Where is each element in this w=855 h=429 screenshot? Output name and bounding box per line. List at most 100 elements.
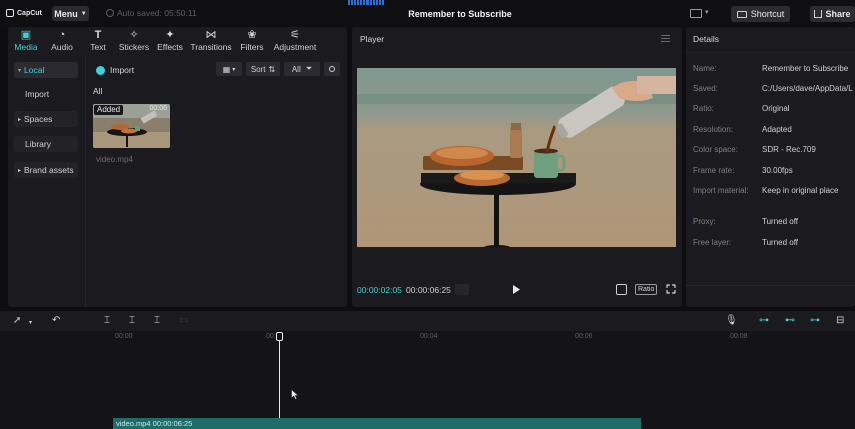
shortcut-label: Shortcut [750, 9, 785, 19]
playhead-line[interactable] [279, 333, 280, 429]
detail-value: 30.00fps [762, 166, 793, 175]
caret-right-icon: ▸ [18, 167, 22, 174]
media-thumbnail[interactable]: Added 00:06 [93, 104, 170, 148]
link-icon[interactable]: ⊶ [759, 315, 769, 326]
sidebar-item-import[interactable]: Import [14, 86, 78, 102]
import-button[interactable]: Import [96, 63, 134, 77]
share-icon [814, 10, 823, 18]
added-badge: Added [94, 105, 124, 115]
sidebar-item-spaces[interactable]: ▸ Spaces [14, 111, 78, 127]
select-cursor-icon[interactable]: ➚ [13, 315, 21, 326]
detail-label: Ratio: [693, 104, 714, 113]
view-mode-button[interactable]: ▦ ▾ [216, 62, 242, 76]
detail-row-saved: Saved: C:/Users/dave/AppData/L [693, 84, 853, 93]
undo-icon[interactable]: ↶ [52, 315, 60, 326]
tab-stickers[interactable]: ✧ Stickers [116, 27, 152, 54]
chevron-down-icon[interactable]: ▾ [705, 8, 709, 16]
play-icon [513, 285, 520, 294]
section-label: All [93, 86, 103, 96]
split-left-icon[interactable]: ⌶ [129, 315, 135, 326]
ratio-button[interactable]: Ratio [635, 284, 658, 295]
video-clip[interactable]: video.mp4 00:00:06:25 [113, 418, 641, 429]
hamburger-menu-icon[interactable] [661, 35, 670, 42]
top-bar: CapCut Menu ▼ Auto saved: 05:50:11 Remem… [0, 0, 855, 27]
detail-row-import-material: Import material: Keep in original place [693, 186, 839, 195]
split-icon[interactable]: ⌶ [104, 315, 110, 326]
video-preview[interactable] [357, 68, 676, 247]
split-view-icon[interactable]: ⊟ [836, 315, 844, 326]
share-label: Share [825, 9, 851, 19]
menu-button[interactable]: Menu ▼ [52, 6, 89, 21]
chevron-down-icon[interactable]: ▾ [29, 318, 32, 329]
autosave-text: Auto saved: 05:50:11 [117, 8, 197, 18]
grid-icon: ▦ [222, 64, 231, 74]
sort-button[interactable]: Sort ⇅ [246, 62, 280, 76]
detail-label: Proxy: [693, 217, 716, 226]
sidebar-item-local[interactable]: ▾ Local [14, 62, 78, 78]
audio-level-meter [348, 0, 384, 5]
details-title: Details [693, 34, 719, 44]
shortcut-button[interactable]: Shortcut [731, 6, 790, 22]
detail-label: Import material: [693, 186, 749, 195]
share-button[interactable]: Share [810, 6, 855, 22]
capcut-logo-icon [6, 9, 14, 17]
detail-label: Color space: [693, 145, 738, 154]
split-right-icon[interactable]: ⌶ [154, 315, 160, 326]
current-time: 00:00:02:05 [357, 285, 402, 295]
detail-label: Free layer: [693, 238, 732, 247]
search-icon [329, 66, 335, 72]
detail-value: Original [762, 104, 790, 113]
detail-row-proxy: Proxy: Turned off [693, 217, 798, 226]
detail-value: Turned off [762, 238, 799, 247]
sidebar-item-label: Spaces [24, 114, 53, 124]
detail-label: Frame rate: [693, 166, 735, 175]
detail-row-ratio: Ratio: Original [693, 104, 790, 113]
magnet-icon[interactable]: ⊷ [785, 315, 795, 326]
tab-text[interactable]: T Text [80, 27, 116, 54]
text-icon: T [94, 29, 102, 41]
time-ruler[interactable]: 00:00 00:02 00:04 00:06 00:08 [0, 331, 855, 345]
media-filename: video.mp4 [96, 155, 133, 164]
tab-effects[interactable]: ✦ Effects [152, 27, 188, 54]
playhead-handle[interactable] [276, 332, 283, 341]
sidebar-item-library[interactable]: Library [14, 136, 78, 152]
tab-adjustment[interactable]: ⚟ Adjustment [270, 27, 320, 54]
filters-icon: ❀ [247, 29, 257, 41]
detail-value: SDR - Rec.709 [762, 145, 816, 154]
ruler-tick: 00:08 [730, 333, 748, 340]
tab-media[interactable]: ▣ Media [8, 27, 44, 54]
project-title[interactable]: Remember to Subscribe [360, 9, 560, 19]
play-button[interactable] [511, 284, 521, 295]
delete-icon[interactable]: ▭ [179, 315, 188, 326]
detail-value: C:/Users/dave/AppData/L [762, 84, 853, 93]
menu-label: Menu [54, 8, 78, 19]
divider [686, 285, 855, 286]
media-sidebar: ▾ Local Import ▸ Spaces Library ▸ Brand … [8, 55, 86, 307]
filter-button[interactable]: All ⏷ [284, 62, 320, 76]
tab-label: Media [14, 42, 38, 52]
snap-icon[interactable]: ⊶ [810, 315, 820, 326]
fullscreen-icon[interactable] [666, 284, 676, 294]
keyboard-icon [736, 10, 747, 18]
timeline[interactable]: 00:00 00:02 00:04 00:06 00:08 video.mp4 … [0, 331, 855, 429]
ruler-tick: 00:06 [575, 333, 593, 340]
filter-label: All [291, 64, 301, 74]
layout-icon[interactable] [690, 9, 702, 18]
sidebar-item-brand-assets[interactable]: ▸ Brand assets [14, 162, 78, 178]
autosave-status: Auto saved: 05:50:11 [106, 8, 197, 18]
timecode-toggle[interactable] [455, 284, 469, 295]
sort-label: Sort [250, 64, 266, 74]
fit-screen-icon[interactable] [616, 284, 627, 295]
tab-label: Transitions [190, 42, 232, 52]
tab-audio[interactable]: ◔ Audio [44, 27, 80, 54]
search-button[interactable] [324, 62, 340, 76]
sort-icon: ⇅ [268, 64, 276, 74]
app-logo: CapCut [6, 9, 42, 17]
detail-row-free-layer: Free layer: Turned off [693, 238, 798, 247]
tab-transitions[interactable]: ⋈ Transitions [188, 27, 234, 54]
detail-value: Adapted [762, 125, 792, 134]
microphone-icon[interactable]: 🎙 [725, 315, 738, 326]
tab-filters[interactable]: ❀ Filters [234, 27, 270, 54]
player-panel: Player 00:00:02:05 00:00:06:25 Ratio [352, 27, 682, 307]
tab-label: Effects [157, 42, 183, 52]
